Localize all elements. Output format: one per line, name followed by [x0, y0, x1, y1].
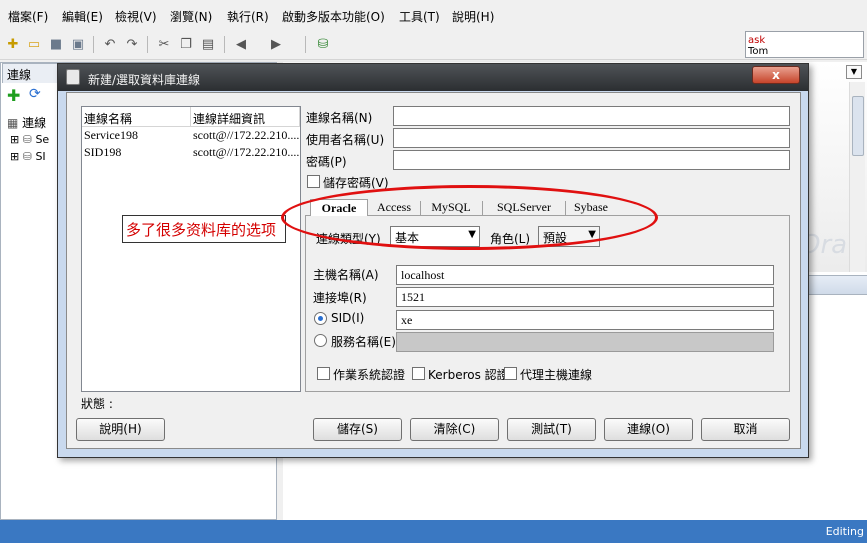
kerberos-label: Kerberos 認證	[428, 368, 509, 382]
database-icon: ⛁	[22, 150, 32, 163]
ask-box-line1: ask	[748, 35, 766, 46]
menu-navigate[interactable]: 瀏覽(N)	[170, 8, 212, 25]
menu-bar: 檔案(F) 編輯(E) 檢視(V) 瀏覽(N) 執行(R) 啟動多版本功能(O)…	[0, 0, 867, 30]
ask-box[interactable]: ask Tom	[745, 31, 864, 58]
status-bar: Editing	[0, 520, 867, 543]
tree-root-label: 連線	[22, 116, 47, 130]
panel-menu-icon[interactable]: ▼	[846, 65, 862, 79]
service-name-radio[interactable]	[314, 334, 327, 347]
menu-file[interactable]: 檔案(F)	[8, 8, 48, 25]
port-label: 連接埠(R)	[313, 291, 367, 305]
hostname-label: 主機名稱(A)	[313, 268, 379, 282]
status-label: 狀態 :	[81, 397, 113, 411]
cut-icon[interactable]: ✂	[155, 35, 173, 53]
sid-input[interactable]: xe	[396, 310, 774, 330]
undo-icon[interactable]: ↶	[101, 35, 119, 53]
list-item-name[interactable]: SID198	[82, 144, 191, 161]
annotation-note: 多了很多资料库的选项	[122, 215, 286, 243]
save-all-icon[interactable]: ▣	[69, 35, 87, 53]
clear-button[interactable]: 清除(C)	[410, 418, 499, 441]
tree-root[interactable]: ▦ 連線	[7, 114, 46, 131]
username-input[interactable]	[393, 128, 790, 148]
proxy-connection-label: 代理主機連線	[520, 368, 593, 382]
service-name-label: 服務名稱(E)	[331, 335, 396, 349]
tree-node[interactable]: ⊞ ⛁ SI	[10, 150, 46, 163]
port-input[interactable]: 1521	[396, 287, 774, 307]
sid-radio[interactable]	[314, 312, 327, 325]
kerberos-checkbox[interactable]	[412, 367, 425, 380]
vertical-scrollbar[interactable]	[849, 82, 865, 272]
annotation-ellipse	[281, 185, 658, 250]
help-button[interactable]: 說明(H)	[76, 418, 165, 441]
tree-node[interactable]: ⊞ ⛁ Se	[10, 133, 49, 146]
username-label: 使用者名稱(U)	[306, 133, 385, 147]
back-icon[interactable]: ◀	[232, 35, 250, 53]
connection-list[interactable]: 連線名稱 連線詳細資訊 Service198 scott@//172.22.21…	[81, 106, 301, 392]
redo-icon[interactable]: ↷	[123, 35, 141, 53]
test-button[interactable]: 測試(T)	[507, 418, 596, 441]
sid-label: SID(I)	[331, 311, 365, 325]
ask-box-line2: Tom	[748, 46, 769, 57]
service-name-input	[396, 332, 774, 352]
connection-name-label: 連線名稱(N)	[306, 111, 373, 125]
list-item-detail[interactable]: scott@//172.22.210....	[191, 144, 300, 161]
open-folder-icon[interactable]: ▭	[25, 35, 43, 53]
close-button[interactable]: x	[752, 66, 800, 84]
save-icon[interactable]: ■	[47, 35, 65, 53]
connections-tab[interactable]: 連線	[2, 63, 60, 83]
save-button[interactable]: 儲存(S)	[313, 418, 402, 441]
column-header-detail[interactable]: 連線詳細資訊	[191, 107, 300, 127]
forward-icon[interactable]: ▶	[267, 35, 285, 53]
status-text: Editing	[825, 525, 864, 538]
menu-tools[interactable]: 工具(T)	[399, 8, 440, 25]
copy-icon[interactable]: ❐	[177, 35, 195, 53]
connections-root-icon: ▦	[7, 116, 19, 130]
password-input[interactable]	[393, 150, 790, 170]
menu-run[interactable]: 執行(R)	[227, 8, 269, 25]
os-auth-label: 作業系統認證	[333, 368, 406, 382]
os-auth-checkbox[interactable]	[317, 367, 330, 380]
menu-help[interactable]: 說明(H)	[452, 8, 494, 25]
database-icon: ⛁	[22, 133, 32, 146]
new-icon[interactable]: ✚	[4, 35, 22, 53]
connections-tools: ✚ ⟳	[3, 86, 63, 106]
paste-icon[interactable]: ▤	[199, 35, 217, 53]
connect-button[interactable]: 連線(O)	[604, 418, 693, 441]
menu-edit[interactable]: 編輯(E)	[62, 8, 103, 25]
refresh-icon[interactable]: ⟳	[29, 86, 41, 102]
dialog-title-bar: 新建/選取資料庫連線	[58, 64, 808, 91]
add-connection-icon[interactable]: ✚	[7, 86, 20, 105]
hostname-input[interactable]: localhost	[396, 265, 774, 285]
cancel-button[interactable]: 取消	[701, 418, 790, 441]
save-password-checkbox[interactable]	[307, 175, 320, 188]
column-header-name[interactable]: 連線名稱	[82, 107, 191, 127]
menu-view[interactable]: 檢視(V)	[115, 8, 157, 25]
tree-node-label: SI	[35, 150, 46, 163]
list-item-detail[interactable]: scott@//172.22.210....	[191, 127, 300, 144]
connection-name-input[interactable]	[393, 106, 790, 126]
tree-node-label: Se	[35, 133, 50, 146]
menu-versioning[interactable]: 啟動多版本功能(O)	[282, 8, 385, 25]
list-item-name[interactable]: Service198	[82, 127, 191, 144]
dialog-app-icon	[66, 69, 80, 85]
dialog-title: 新建/選取資料庫連線	[88, 73, 201, 87]
password-label: 密碼(P)	[306, 155, 347, 169]
sql-icon[interactable]: ⛁	[314, 35, 332, 53]
toolbar: ✚ ▭ ■ ▣ ↶ ↷ ✂ ❐ ▤ ◀ ▶ ⛁	[0, 30, 867, 60]
proxy-connection-checkbox[interactable]	[504, 367, 517, 380]
